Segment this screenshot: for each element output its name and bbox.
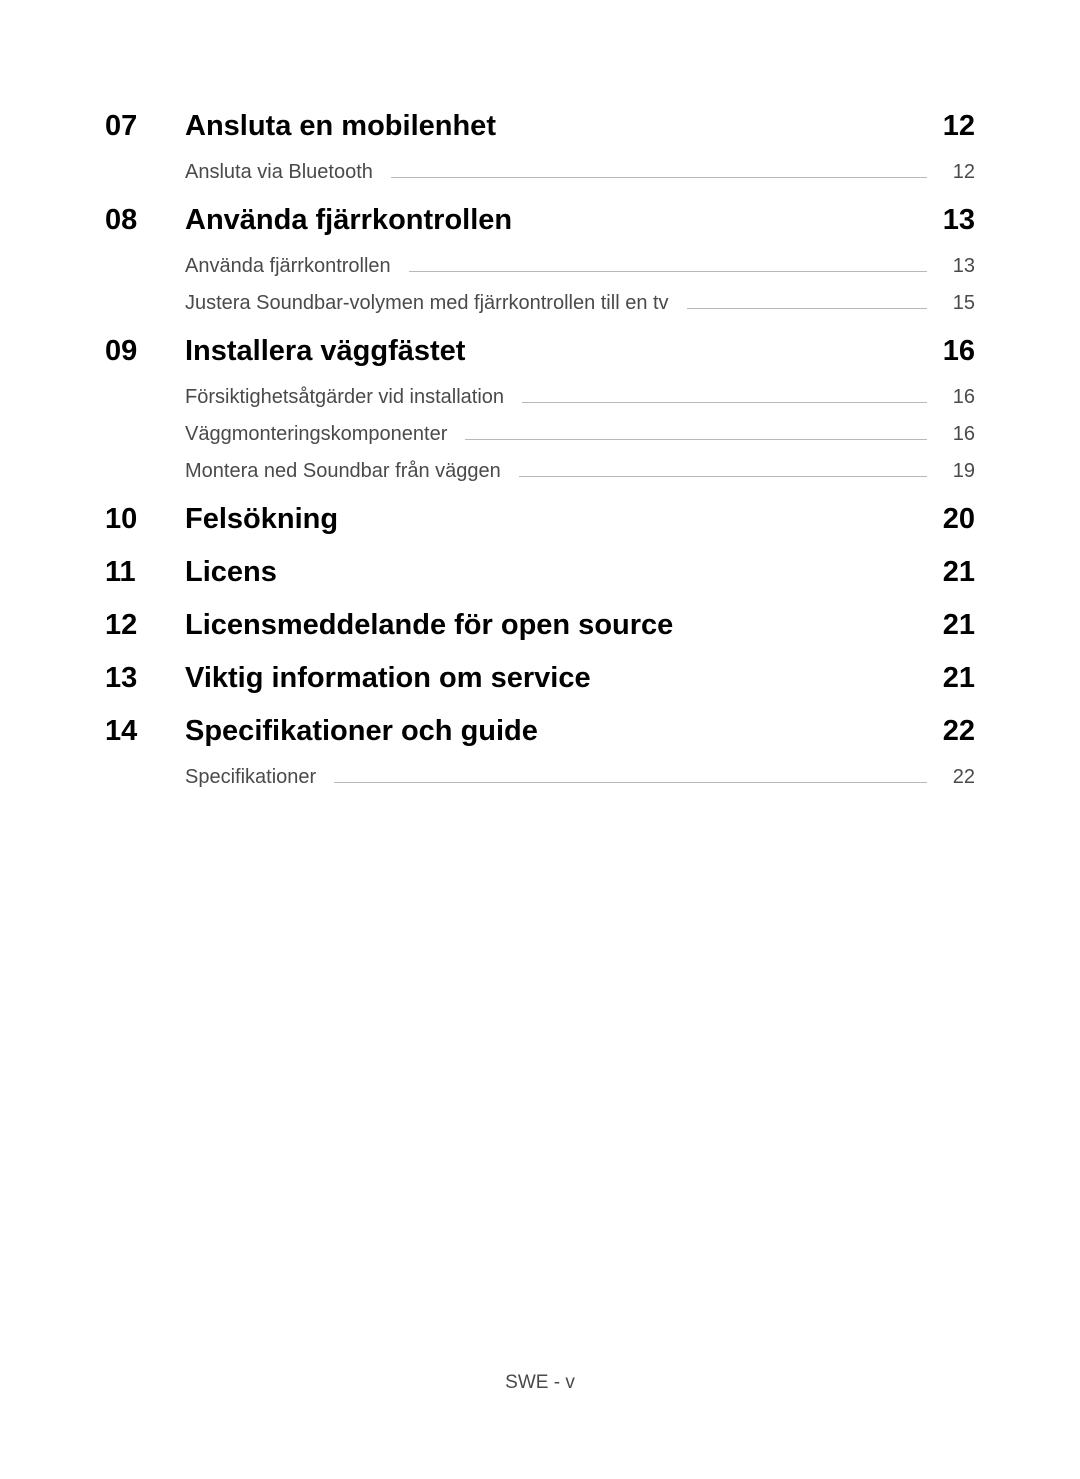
toc-section-row[interactable]: 09Installera väggfästet16 xyxy=(105,335,975,368)
section-page: 20 xyxy=(915,503,975,536)
section-title: Ansluta en mobilenhet xyxy=(185,110,915,143)
section-title: Licens xyxy=(185,556,915,589)
toc-block: 14Specifikationer och guide22Specifikati… xyxy=(105,715,975,789)
toc-subitem-row[interactable]: Specifikationer 22 xyxy=(185,766,975,789)
subitem-title: Försiktighetsåtgärder vid installation xyxy=(185,386,514,409)
section-number: 12 xyxy=(105,609,185,642)
page-footer: SWE - v xyxy=(0,1372,1080,1394)
section-page: 21 xyxy=(915,662,975,695)
leader-line xyxy=(465,439,927,440)
toc-subitem-row[interactable]: Ansluta via Bluetooth 12 xyxy=(185,161,975,184)
leader-line xyxy=(687,308,927,309)
section-number: 09 xyxy=(105,335,185,368)
section-page: 13 xyxy=(915,204,975,237)
section-number: 07 xyxy=(105,110,185,143)
subitem-page: 13 xyxy=(935,255,975,278)
subitem-title: Ansluta via Bluetooth xyxy=(185,161,383,184)
subitem-page: 15 xyxy=(935,292,975,315)
toc-block: 09Installera väggfästet16Försiktighetsåt… xyxy=(105,335,975,483)
leader-line xyxy=(522,402,927,403)
subitem-page: 12 xyxy=(935,161,975,184)
toc-subitem-row[interactable]: Montera ned Soundbar från väggen 19 xyxy=(185,460,975,483)
toc-block: 10Felsökning20 xyxy=(105,503,975,536)
section-page: 16 xyxy=(915,335,975,368)
subitem-title: Använda fjärrkontrollen xyxy=(185,255,401,278)
table-of-contents: 07Ansluta en mobilenhet12Ansluta via Blu… xyxy=(105,110,975,789)
page-content: 07Ansluta en mobilenhet12Ansluta via Blu… xyxy=(0,0,1080,789)
toc-section-row[interactable]: 11Licens21 xyxy=(105,556,975,589)
toc-section-row[interactable]: 10Felsökning20 xyxy=(105,503,975,536)
toc-subitem-row[interactable]: Väggmonteringskomponenter 16 xyxy=(185,423,975,446)
subitem-page: 16 xyxy=(935,386,975,409)
toc-subitem-row[interactable]: Använda fjärrkontrollen 13 xyxy=(185,255,975,278)
subitem-page: 19 xyxy=(935,460,975,483)
toc-subitem-row[interactable]: Justera Soundbar-volymen med fjärrkontro… xyxy=(185,292,975,315)
subitem-page: 22 xyxy=(935,766,975,789)
section-page: 12 xyxy=(915,110,975,143)
section-number: 11 xyxy=(105,556,185,589)
section-title: Licensmeddelande för open source xyxy=(185,609,915,642)
toc-section-row[interactable]: 14Specifikationer och guide22 xyxy=(105,715,975,748)
subitem-title: Justera Soundbar-volymen med fjärrkontro… xyxy=(185,292,679,315)
toc-block: 08Använda fjärrkontrollen13Använda fjärr… xyxy=(105,204,975,315)
leader-line xyxy=(519,476,927,477)
toc-section-row[interactable]: 08Använda fjärrkontrollen13 xyxy=(105,204,975,237)
section-number: 10 xyxy=(105,503,185,536)
leader-line xyxy=(334,782,927,783)
toc-subitem-row[interactable]: Försiktighetsåtgärder vid installation 16 xyxy=(185,386,975,409)
subitem-title: Specifikationer xyxy=(185,766,326,789)
toc-section-row[interactable]: 13Viktig information om service21 xyxy=(105,662,975,695)
section-page: 21 xyxy=(915,556,975,589)
toc-block: 07Ansluta en mobilenhet12Ansluta via Blu… xyxy=(105,110,975,184)
toc-block: 11Licens21 xyxy=(105,556,975,589)
section-title: Specifikationer och guide xyxy=(185,715,915,748)
subitem-page: 16 xyxy=(935,423,975,446)
leader-line xyxy=(409,271,927,272)
section-number: 14 xyxy=(105,715,185,748)
section-title: Använda fjärrkontrollen xyxy=(185,204,915,237)
section-number: 08 xyxy=(105,204,185,237)
section-number: 13 xyxy=(105,662,185,695)
toc-section-row[interactable]: 12Licensmeddelande för open source21 xyxy=(105,609,975,642)
leader-line xyxy=(391,177,927,178)
section-title: Felsökning xyxy=(185,503,915,536)
subitem-title: Väggmonteringskomponenter xyxy=(185,423,457,446)
section-page: 21 xyxy=(915,609,975,642)
toc-section-row[interactable]: 07Ansluta en mobilenhet12 xyxy=(105,110,975,143)
section-title: Viktig information om service xyxy=(185,662,915,695)
toc-block: 12Licensmeddelande för open source21 xyxy=(105,609,975,642)
subitem-title: Montera ned Soundbar från väggen xyxy=(185,460,511,483)
toc-block: 13Viktig information om service21 xyxy=(105,662,975,695)
section-title: Installera väggfästet xyxy=(185,335,915,368)
section-page: 22 xyxy=(915,715,975,748)
